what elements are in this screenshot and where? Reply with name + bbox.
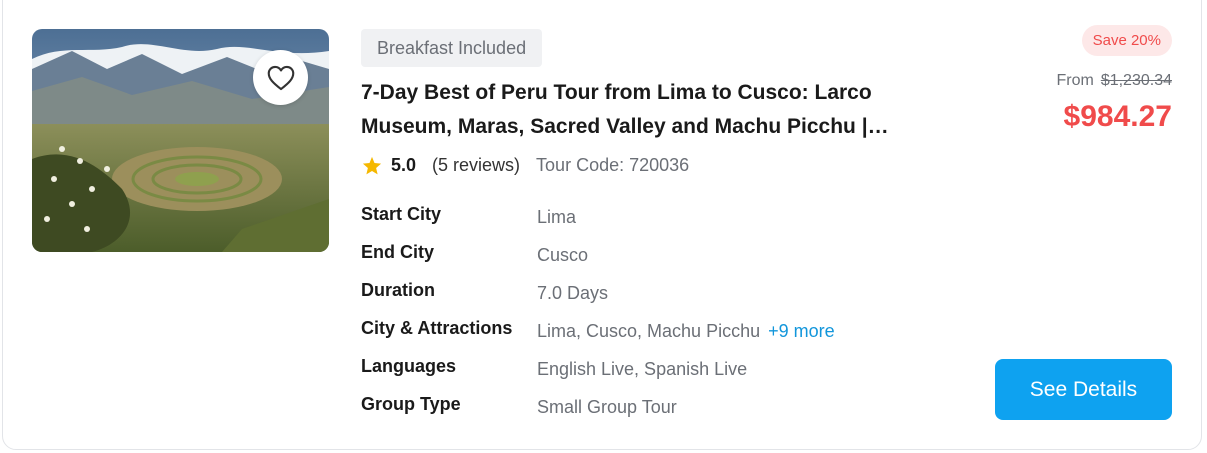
current-price: $984.27: [1063, 100, 1172, 133]
from-price-row: From $1,230.34: [1056, 72, 1172, 90]
detail-value: Cusco: [537, 245, 589, 265]
original-price: $1,230.34: [1100, 72, 1172, 89]
star-icon: [362, 156, 382, 175]
detail-label: Duration: [361, 280, 435, 300]
rating-value: 5.0: [391, 154, 417, 175]
detail-value: 7.0 Days: [537, 283, 609, 303]
detail-value: Lima: [537, 207, 577, 227]
attractions-text: Lima, Cusco, Machu Picchu: [537, 321, 761, 341]
rating-row: 5.0 (5 reviews) Tour Code: 720036: [362, 152, 689, 178]
detail-label: End City: [361, 242, 435, 262]
breakfast-badge: Breakfast Included: [361, 29, 543, 67]
reviews-link[interactable]: (5 reviews): [432, 155, 520, 176]
heart-outline-icon: [267, 65, 294, 90]
tour-title[interactable]: 7-Day Best of Peru Tour from Lima to Cus…: [361, 76, 921, 144]
detail-value: English Live, Spanish Live: [537, 359, 748, 379]
more-attractions-link[interactable]: +9 more: [768, 321, 835, 341]
detail-label: City & Attractions: [361, 318, 513, 338]
tour-title-link[interactable]: 7-Day Best of Peru Tour from Lima to Cus…: [361, 81, 889, 138]
detail-value-attractions: Lima, Cusco, Machu Picchu +9 more: [537, 321, 835, 342]
detail-row-start-city: Start City Lima: [361, 198, 961, 236]
detail-row-languages: Languages English Live, Spanish Live: [361, 350, 961, 388]
favorite-button[interactable]: [253, 50, 308, 105]
detail-value: Small Group Tour: [537, 397, 677, 417]
detail-row-group-type: Group Type Small Group Tour: [361, 388, 961, 426]
detail-row-duration: Duration 7.0 Days: [361, 274, 961, 312]
detail-label: Start City: [361, 204, 442, 224]
discount-badge: Save 20%: [1081, 25, 1172, 56]
from-label: From: [1056, 72, 1094, 89]
detail-row-end-city: End City Cusco: [361, 236, 961, 274]
see-details-button[interactable]: See Details: [995, 359, 1172, 420]
detail-label: Group Type: [361, 394, 461, 414]
detail-label: Languages: [361, 356, 457, 376]
tour-code: Tour Code: 720036: [536, 154, 690, 175]
detail-row-attractions: City & Attractions Lima, Cusco, Machu Pi…: [361, 312, 961, 350]
tour-details: Start City Lima End City Cusco Duration …: [361, 198, 961, 426]
